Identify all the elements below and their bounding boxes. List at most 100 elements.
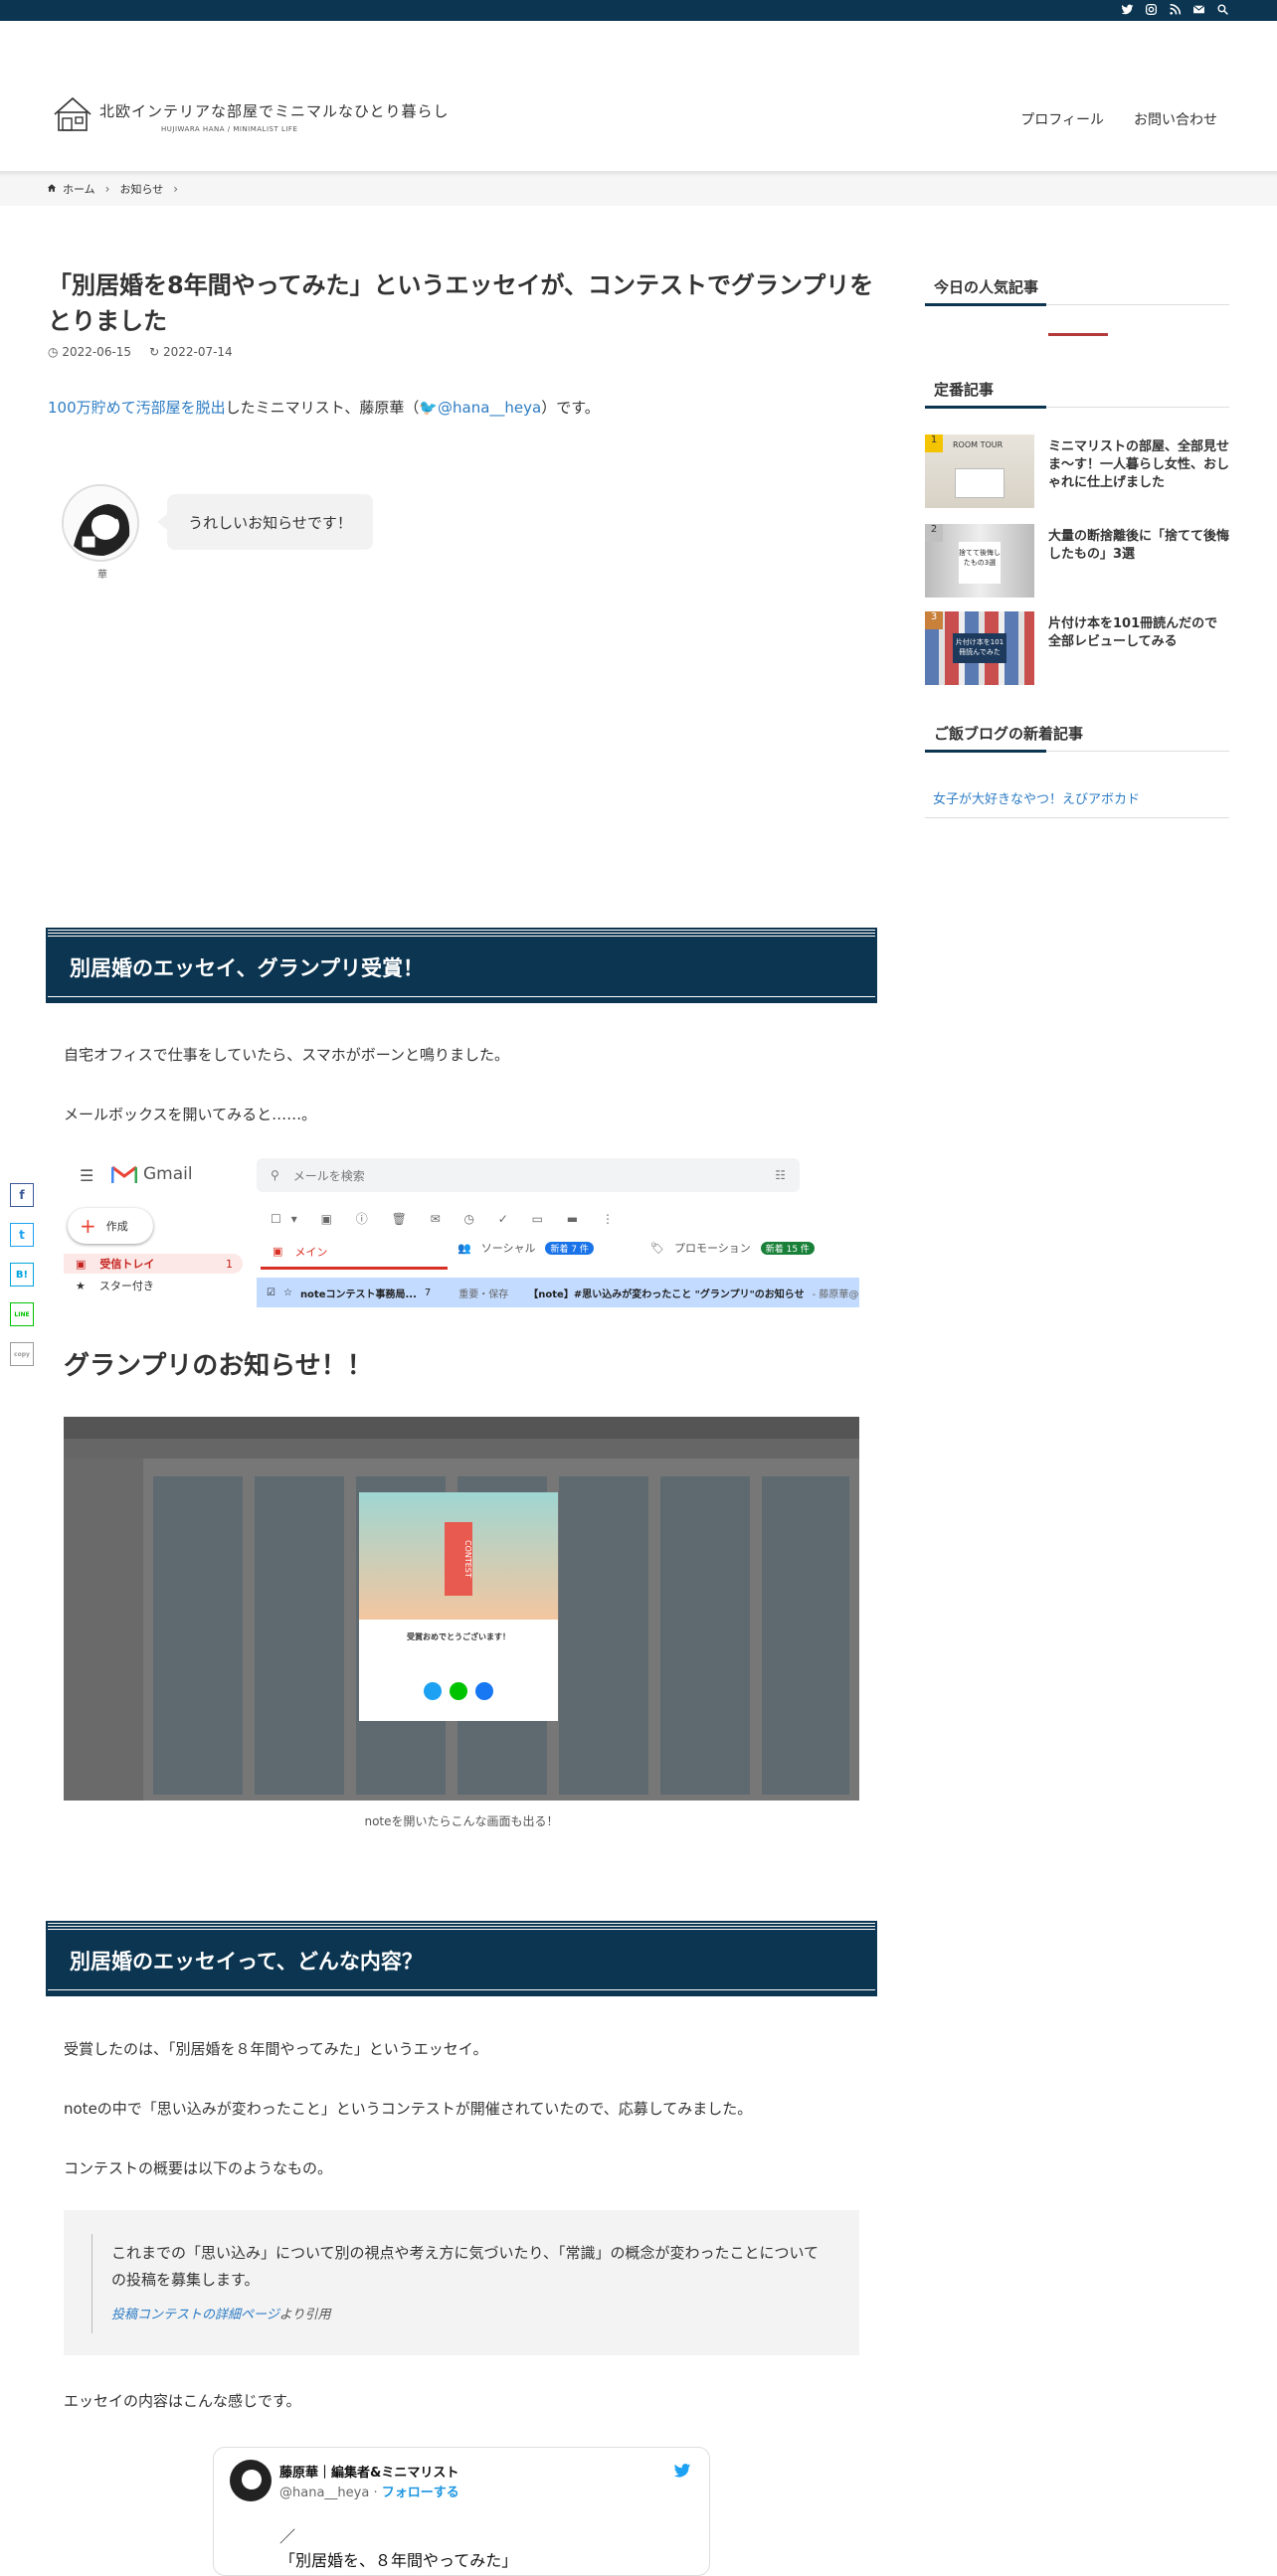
instagram-icon[interactable] — [1144, 3, 1158, 19]
gmail-screenshot: ☰ Gmail ⚲ メールを検索 ☷ + 作成 ▣ 受信トレイ 1 ★ スター付き ☐▾ … — [64, 1158, 859, 1311]
gmail-logo: Gmail — [111, 1164, 193, 1184]
tab-promotions[interactable]: 🏷 プロモーション 新着 15 件 — [650, 1240, 815, 1256]
top-bar — [0, 0, 1277, 21]
updated-date: ↻ 2022-07-14 — [149, 345, 233, 359]
twitter-handle-link[interactable]: 🐦@hana__heya — [419, 399, 541, 417]
people-icon: 👥 — [457, 1241, 471, 1255]
intro-paragraph: 100万貯めて汚部屋を脱出したミニマリスト、藤原華（🐦@hana__heya）で… — [48, 397, 600, 418]
food-blog-link[interactable]: 女子が大好きなやつ！えびアボカド — [925, 788, 1229, 818]
gmail-m-icon — [111, 1165, 137, 1183]
site-title: 北欧インテリアな部屋でミニマルなひとり暮らし — [99, 102, 450, 120]
tweet-handle: @hana__heya · フォローする — [279, 2486, 459, 2500]
global-nav: プロフィール お問い合わせ — [1020, 109, 1217, 129]
paragraph-6: エッセイの内容はこんな感じです。 — [64, 2392, 301, 2410]
checkbox-icon: ☑ — [267, 1287, 275, 1298]
avatar — [62, 484, 139, 562]
subheading-grand-prix: グランプリのお知らせ！！ — [64, 1351, 373, 1381]
quote-text: これまでの「思い込み」について別の視点や考え方に気づいたり、「常識」の概念が変わ… — [111, 2244, 820, 2289]
paragraph-4: noteの中で「思い込みが変わったこと」というコンテストが開催されていたので、応… — [64, 2100, 753, 2118]
article-dates: ◷ 2022-06-15 ↻ 2022-07-14 — [48, 345, 233, 359]
breadcrumb: ホーム › お知らせ › — [0, 172, 1277, 206]
facebook-share-icon[interactable] — [475, 1682, 493, 1700]
published-date: ◷ 2022-06-15 — [48, 345, 132, 359]
rss-icon[interactable] — [1168, 3, 1182, 19]
chevron-right-icon: › — [173, 182, 179, 196]
paragraph-5: コンテストの概要は以下のようなもの。 — [64, 2159, 333, 2177]
home-icon — [47, 183, 57, 196]
figure-caption: noteを開いたらこんな画面も出る！ — [364, 1814, 559, 1828]
intro-end: ）です。 — [541, 399, 600, 417]
line-share-button[interactable]: LINE — [10, 1302, 34, 1326]
contest-details-link[interactable]: 投稿コンテストの詳細ページ — [111, 2308, 279, 2322]
compose-button[interactable]: + 作成 — [68, 1208, 153, 1244]
search-icon[interactable] — [1215, 3, 1229, 19]
post-thumbnail: 1 ROOM TOUR — [925, 434, 1034, 508]
line-share-icon[interactable] — [450, 1682, 467, 1700]
section-heading-2: 別居婚のエッセイって、どんな内容？ — [46, 1921, 877, 1996]
mail-icon[interactable] — [1191, 3, 1205, 19]
embedded-tweet[interactable]: 藤原華｜編集者&ミニマリスト @hana__heya · フォローする ／ 「別… — [213, 2447, 710, 2576]
intro-link[interactable]: 100万貯めて汚部屋を脱出 — [48, 399, 226, 417]
intro-text: したミニマリスト、藤原華（ — [225, 399, 420, 417]
site-subtitle: HUJIWARA HANA / MINIMALIST LIFE — [161, 125, 298, 133]
note-screenshot: CONTEST 受賞おめでとうございます！ — [64, 1417, 859, 1801]
clock-icon: ◷ — [48, 345, 59, 359]
social-icons — [1120, 3, 1229, 19]
avatar-name: 華 — [97, 570, 107, 581]
hatena-share-button[interactable]: B! — [10, 1263, 34, 1287]
filter-icon: ☷ — [775, 1168, 786, 1182]
facebook-share-button[interactable]: f — [10, 1183, 34, 1207]
tweet-text-line2: 「別居婚を、８年間やってみた」 — [279, 2551, 518, 2570]
paragraph-2: メールボックスを開いてみると……。 — [64, 1106, 317, 1123]
post-title[interactable]: 片付け本を101冊読んだので全部レビューしてみる — [1048, 615, 1229, 651]
twitter-icon: 🐦 — [419, 399, 439, 417]
twitter-share-icon[interactable] — [424, 1682, 442, 1700]
nav-profile[interactable]: プロフィール — [1020, 109, 1104, 129]
sidebar-post-1[interactable]: 1 ROOM TOUR ミニマリストの部屋、全部見せま～す！一人暮らし女性、おし… — [925, 434, 1229, 514]
gmail-search-bar[interactable]: ⚲ メールを検索 ☷ — [257, 1158, 800, 1192]
article-title: 「別居婚を8年間やってみた」というエッセイが、コンテストでグランプリをとりました — [48, 271, 874, 335]
sidebar-post-3[interactable]: 3 片付け本を101冊読んでみた 片付け本を101冊読んだので全部レビューしてみ… — [925, 611, 1229, 691]
twitter-bird-icon — [671, 2462, 693, 2484]
tab-social[interactable]: 👥 ソーシャル 新着 7 件 — [457, 1240, 594, 1256]
site-header: 北欧インテリアな部屋でミニマルなひとり暮らし HUJIWARA HANA / M… — [0, 21, 1277, 172]
breadcrumb-current[interactable]: お知らせ — [119, 181, 163, 197]
inbox-item[interactable]: ▣ 受信トレイ 1 — [64, 1254, 243, 1274]
popular-heading: 今日の人気記事 — [925, 269, 1229, 306]
contest-popup: CONTEST 受賞おめでとうございます！ — [359, 1492, 558, 1721]
post-thumbnail: 2 捨てて後悔したもの3選 — [925, 524, 1034, 598]
site-logo[interactable]: 北欧インテリアな部屋でミニマルなひとり暮らし HUJIWARA HANA / M… — [52, 92, 450, 134]
tag-icon: 🏷 — [650, 1241, 664, 1255]
section-heading-1: 別居婚のエッセイ、グランプリ受賞！ — [46, 928, 877, 1003]
twitter-icon[interactable] — [1120, 3, 1134, 19]
tweet-text-line1: ／ — [279, 2527, 296, 2546]
nav-contact[interactable]: お問い合わせ — [1134, 109, 1217, 129]
sidebar-post-2[interactable]: 2 捨てて後悔したもの3選 大量の断捨離後に「捨てて後悔したもの」3選 — [925, 524, 1229, 603]
inbox-icon: ▣ — [273, 1245, 283, 1258]
mail-row[interactable]: ☑ ☆ noteコンテスト事務局... 7 重要・保存 【note】#思い込みが変わ… — [257, 1278, 859, 1307]
gmail-toolbar: ☐▾ ▣ ⓘ 🗑 ✉ ◷ ✓ ▭ ▬ ⋮ — [271, 1212, 624, 1226]
standard-heading: 定番記事 — [925, 372, 1229, 409]
star-icon: ★ — [76, 1279, 86, 1292]
paragraph-3: 受賞したのは、「別居婚を８年間やってみた」というエッセイ。 — [64, 2040, 488, 2058]
tweet-follow-link[interactable]: フォローする — [382, 2486, 459, 2500]
inbox-icon: ▣ — [76, 1257, 87, 1271]
search-icon: ⚲ — [271, 1168, 279, 1182]
blockquote: これまでの「思い込み」について別の視点や考え方に気づいたり、「常識」の概念が変わ… — [64, 2210, 859, 2355]
starred-item[interactable]: ★ スター付き — [64, 1276, 243, 1295]
paragraph-1: 自宅オフィスで仕事をしていたら、スマホがボーンと鳴りました。 — [64, 1046, 510, 1064]
speech-bubble: うれしいお知らせです！ — [157, 494, 373, 550]
food-blog-heading: ご飯ブログの新着記事 — [925, 716, 1229, 753]
quote-source: 投稿コンテストの詳細ページより引用 — [111, 2308, 331, 2322]
post-title[interactable]: 大量の断捨離後に「捨てて後悔したもの」3選 — [1048, 528, 1229, 564]
post-title[interactable]: ミニマリストの部屋、全部見せま～す！一人暮らし女性、おしゃれに仕上げました — [1048, 438, 1229, 492]
breadcrumb-home[interactable]: ホーム — [63, 181, 95, 197]
twitter-share-button[interactable]: t — [10, 1223, 34, 1247]
plus-icon: + — [80, 1214, 96, 1238]
post-thumbnail: 3 片付け本を101冊読んでみた — [925, 611, 1034, 685]
loading-bar — [1048, 333, 1108, 336]
house-logo-icon — [54, 96, 91, 131]
copy-link-button[interactable]: copy — [10, 1342, 34, 1366]
tab-main[interactable]: ▣ メイン — [261, 1236, 448, 1270]
refresh-icon: ↻ — [149, 345, 160, 359]
